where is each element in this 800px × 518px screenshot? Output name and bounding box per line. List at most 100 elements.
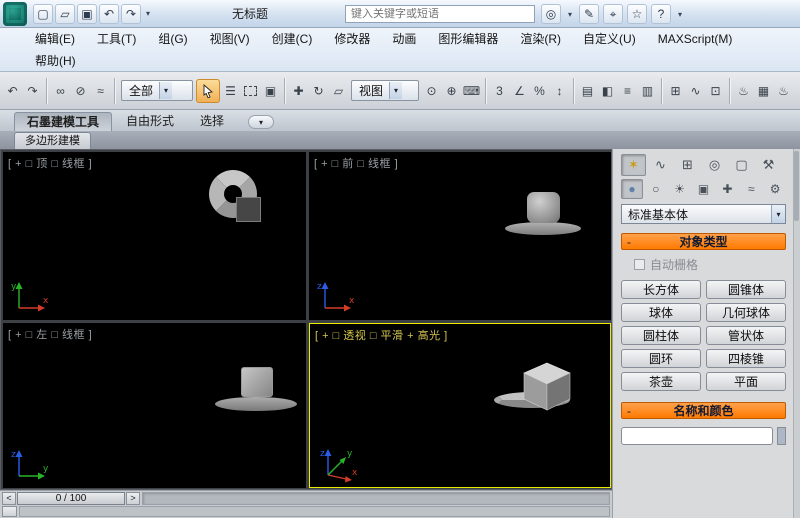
viewport-front-label[interactable]: [ + □ 前 □ 线框 ] <box>314 155 398 171</box>
category-lights[interactable]: ☀ <box>669 179 691 199</box>
selection-filter-dropdown[interactable]: 全部 ▾ <box>121 80 193 101</box>
button-tube[interactable]: 管状体 <box>706 326 786 345</box>
tab-motion[interactable]: ◎ <box>702 154 727 176</box>
search-dropdown-icon[interactable]: ▾ <box>564 10 576 19</box>
track-bar-button[interactable] <box>2 506 17 517</box>
viewport-front[interactable]: [ + □ 前 □ 线框 ] z x <box>309 152 611 320</box>
select-by-name-button[interactable]: ☰ <box>221 79 240 103</box>
ribbon-tab-selection[interactable]: 选择 <box>188 112 236 131</box>
menu-group[interactable]: 组(G) <box>147 28 198 50</box>
button-plane[interactable]: 平面 <box>706 372 786 391</box>
track-bar-strip[interactable] <box>19 506 610 517</box>
button-geosphere[interactable]: 几何球体 <box>706 303 786 322</box>
ribbon-minimize-button[interactable]: ▾ <box>248 115 275 129</box>
viewport-left-label[interactable]: [ + □ 左 □ 线框 ] <box>8 326 92 342</box>
snap-toggle-button[interactable]: 3 <box>490 79 509 103</box>
menu-maxscript[interactable]: MAXScript(M) <box>647 28 744 50</box>
new-file-button[interactable]: ▢ <box>33 3 53 24</box>
next-frame-button[interactable]: > <box>126 491 140 505</box>
button-torus[interactable]: 圆环 <box>621 349 701 368</box>
tab-display[interactable]: ▢ <box>729 154 754 176</box>
viewport-perspective-active[interactable]: [ + □ 透视 □ 平滑 + 高光 ] z x y <box>309 323 611 488</box>
selection-region-button[interactable] <box>241 79 260 103</box>
scrollbar-thumb[interactable] <box>794 151 799 221</box>
bind-spacewarp-button[interactable]: ≈ <box>91 79 110 103</box>
menu-modifiers[interactable]: 修改器 <box>323 28 381 50</box>
viewport-top[interactable]: [ + □ 顶 □ 线框 ] y x <box>3 152 306 320</box>
select-manipulate-button[interactable]: ⊕ <box>442 79 461 103</box>
undo-button[interactable]: ↶ <box>3 79 22 103</box>
curve-editor-button[interactable]: ∿ <box>686 79 705 103</box>
align-button[interactable]: ≡ <box>618 79 637 103</box>
redo-button[interactable]: ↷ <box>23 79 42 103</box>
menu-help[interactable]: 帮助(H) <box>24 50 87 72</box>
menu-create[interactable]: 创建(C) <box>261 28 324 50</box>
tab-hierarchy[interactable]: ⊞ <box>675 154 700 176</box>
previous-frame-button[interactable]: < <box>2 491 16 505</box>
object-color-swatch[interactable] <box>777 427 786 445</box>
angle-snap-button[interactable]: ∠ <box>510 79 529 103</box>
menu-views[interactable]: 视图(V) <box>199 28 261 50</box>
category-geometry[interactable]: ● <box>621 179 643 199</box>
primitive-category-dropdown[interactable]: 标准基本体 ▾ <box>621 204 786 224</box>
spinner-snap-button[interactable]: ↕ <box>550 79 569 103</box>
subscription-button[interactable]: ✎ <box>579 4 599 24</box>
button-cylinder[interactable]: 圆柱体 <box>621 326 701 345</box>
search-button[interactable]: ◎ <box>541 4 561 24</box>
communication-button[interactable]: ⌖ <box>603 4 623 24</box>
menu-edit[interactable]: 编辑(E) <box>24 28 86 50</box>
graphite-toggle-button[interactable]: ⊞ <box>666 79 685 103</box>
window-crossing-button[interactable]: ▣ <box>261 79 280 103</box>
coordinate-system-dropdown[interactable]: 视图 ▾ <box>351 80 419 101</box>
rollout-object-type[interactable]: - 对象类型 <box>621 233 786 250</box>
button-cone[interactable]: 圆锥体 <box>706 280 786 299</box>
render-button[interactable]: ♨ <box>774 79 793 103</box>
select-scale-tool[interactable]: ▱ <box>329 79 348 103</box>
help-search-input[interactable] <box>346 8 534 20</box>
select-object-tool[interactable] <box>196 78 220 103</box>
keyboard-override-button[interactable]: ⌨ <box>462 79 481 103</box>
viewport-top-label[interactable]: [ + □ 顶 □ 线框 ] <box>8 155 92 171</box>
command-panel-scrollbar[interactable] <box>793 149 800 518</box>
named-selection-button[interactable]: ▤ <box>578 79 597 103</box>
select-move-tool[interactable]: ✚ <box>289 79 308 103</box>
viewport-perspective-label[interactable]: [ + □ 透视 □ 平滑 + 高光 ] <box>315 327 448 343</box>
layer-manager-button[interactable]: ▥ <box>638 79 657 103</box>
autogrid-checkbox[interactable] <box>634 259 645 270</box>
schematic-view-button[interactable]: ⊡ <box>706 79 725 103</box>
category-shapes[interactable]: ○ <box>645 179 667 199</box>
time-slider-track[interactable] <box>142 491 610 505</box>
category-systems[interactable]: ⚙ <box>764 179 786 199</box>
button-pyramid[interactable]: 四棱锥 <box>706 349 786 368</box>
ribbon-tab-graphite[interactable]: 石墨建模工具 <box>14 112 113 131</box>
button-sphere[interactable]: 球体 <box>621 303 701 322</box>
app-menu-logo-icon[interactable] <box>3 1 27 26</box>
menu-graph-editors[interactable]: 图形编辑器 <box>427 28 509 50</box>
help-dropdown-icon[interactable]: ▾ <box>674 10 686 19</box>
menu-tools[interactable]: 工具(T) <box>86 28 147 50</box>
menu-customize[interactable]: 自定义(U) <box>572 28 647 50</box>
select-rotate-tool[interactable]: ↻ <box>309 79 328 103</box>
ribbon-tab-freeform[interactable]: 自由形式 <box>114 112 186 131</box>
unlink-button[interactable]: ⊘ <box>71 79 90 103</box>
render-setup-button[interactable]: ♨ <box>734 79 753 103</box>
category-helpers[interactable]: ✚ <box>716 179 738 199</box>
save-file-button[interactable]: ▣ <box>77 3 97 24</box>
redo-quick-button[interactable]: ↷ <box>121 3 141 24</box>
rollout-name-color[interactable]: - 名称和颜色 <box>621 402 786 419</box>
viewport-left[interactable]: [ + □ 左 □ 线框 ] z y <box>3 323 306 488</box>
tab-modify[interactable]: ∿ <box>648 154 673 176</box>
category-spacewarps[interactable]: ≈ <box>740 179 762 199</box>
time-slider-handle[interactable]: 0 / 100 <box>17 491 125 505</box>
percent-snap-button[interactable]: % <box>530 79 549 103</box>
tab-create[interactable]: ✶ <box>621 154 646 176</box>
tab-utilities[interactable]: ⚒ <box>756 154 781 176</box>
button-box[interactable]: 长方体 <box>621 280 701 299</box>
select-link-button[interactable]: ∞ <box>51 79 70 103</box>
category-cameras[interactable]: ▣ <box>693 179 715 199</box>
menu-rendering[interactable]: 渲染(R) <box>509 28 572 50</box>
help-button[interactable]: ? <box>651 4 671 24</box>
menu-animation[interactable]: 动画 <box>381 28 427 50</box>
panel-tab-polygon-modeling[interactable]: 多边形建模 <box>14 132 91 149</box>
use-center-button[interactable]: ⊙ <box>422 79 441 103</box>
